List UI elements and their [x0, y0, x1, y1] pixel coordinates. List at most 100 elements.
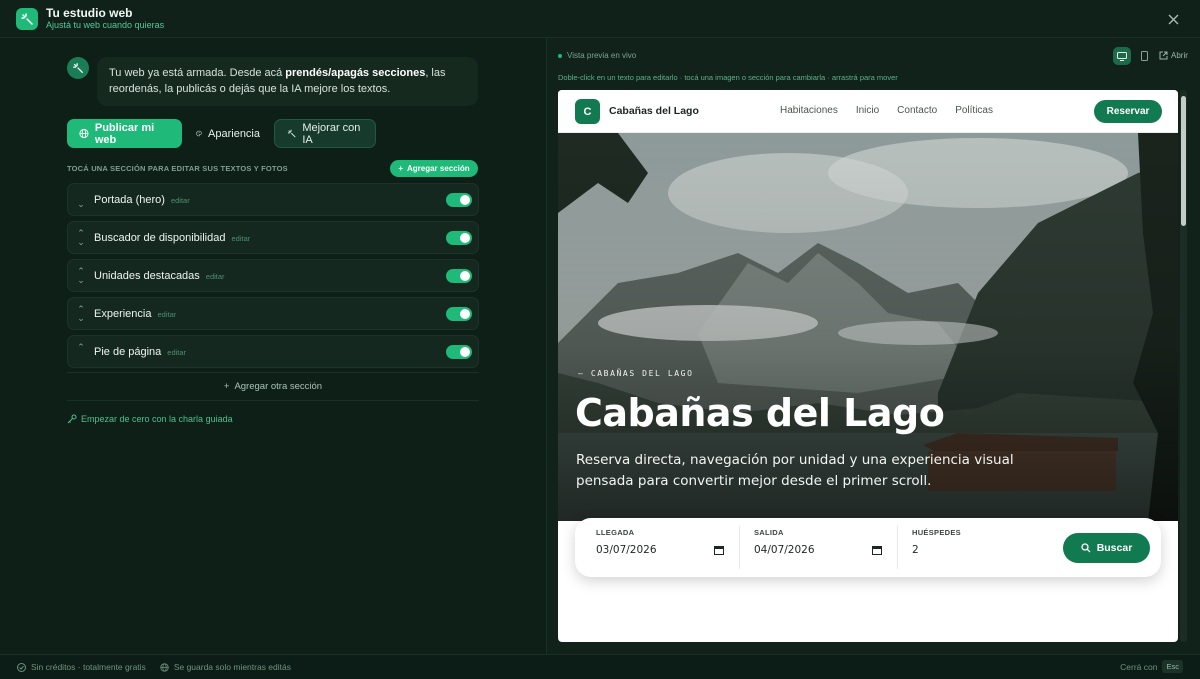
nav-link-contacto[interactable]: Contacto — [897, 105, 937, 116]
restart-link[interactable]: Empezar de cero con la charla guiada — [67, 414, 233, 424]
editor-panel: Tu web ya está armada. Desde acá prendés… — [0, 38, 546, 654]
preview-scrollbar[interactable] — [1180, 90, 1187, 642]
nav-link-inicio[interactable]: Inicio — [856, 105, 879, 116]
check-circle-icon — [17, 662, 26, 672]
nav-link-habitaciones[interactable]: Habitaciones — [780, 105, 838, 116]
site-name[interactable]: Cabañas del Lago — [609, 105, 699, 117]
checkin-value[interactable]: 03/07/2026 — [596, 544, 657, 556]
checkout-field[interactable]: SALIDA 04/07/2026 — [754, 528, 882, 556]
hero-section[interactable]: — CABAÑAS DEL LAGO Cabañas del Lago Rese… — [558, 133, 1178, 521]
add-section-button[interactable]: + Agregar sección — [390, 160, 478, 177]
app-logo-icon — [16, 7, 38, 30]
checkout-label: SALIDA — [754, 528, 784, 537]
open-link[interactable]: Abrir — [1159, 51, 1188, 60]
section-toggle[interactable] — [446, 269, 472, 283]
globe-icon — [79, 128, 89, 139]
add-other-section-button[interactable]: + Agregar otra sección — [67, 372, 479, 401]
site-nav-links: Habitaciones Inicio Contacto Políticas — [780, 105, 993, 116]
section-row-experiencia[interactable]: ⌃ ⌄ Experiencia editar — [67, 297, 479, 330]
app-header: Tu estudio web Ajustá tu web cuando quie… — [0, 0, 1200, 38]
add-other-label: Agregar otra sección — [234, 381, 323, 392]
section-toggle[interactable] — [446, 193, 472, 207]
field-divider — [739, 526, 740, 569]
close-hint: Cerrá con Esc — [1120, 660, 1183, 673]
reorder-arrows: ⌃ ⌄ — [68, 266, 94, 285]
checkin-label: LLEGADA — [596, 528, 635, 537]
nav-link-politicas[interactable]: Políticas — [955, 105, 993, 116]
hero-eyebrow[interactable]: — CABAÑAS DEL LAGO — [578, 369, 694, 378]
calendar-icon[interactable] — [714, 545, 724, 555]
mobile-icon[interactable] — [1135, 47, 1153, 65]
field-divider — [897, 526, 898, 569]
autosave-text: Se guarda solo mientras editás — [173, 662, 291, 672]
sections-list: ⌄ Portada (hero) editar ⌃ ⌄ Buscador de … — [67, 183, 479, 373]
move-down-icon[interactable]: ⌄ — [77, 313, 85, 323]
site-navbar: C Cabañas del Lago Habitaciones Inicio C… — [558, 90, 1178, 133]
live-preview-label: Vista previa en vivo — [558, 51, 636, 60]
move-down-icon[interactable]: ⌄ — [77, 199, 85, 209]
section-toggle[interactable] — [446, 231, 472, 245]
reorder-arrows: ⌄ — [68, 191, 94, 209]
close-icon[interactable] — [1164, 10, 1182, 28]
site-logo[interactable]: C — [575, 99, 600, 124]
site-preview: C Cabañas del Lago Habitaciones Inicio C… — [558, 90, 1178, 642]
assistant-message: Tu web ya está armada. Desde acá prendés… — [67, 57, 478, 106]
live-dot-icon — [558, 53, 562, 58]
move-up-icon[interactable]: ⌃ — [77, 342, 85, 352]
section-row-portada[interactable]: ⌄ Portada (hero) editar — [67, 183, 479, 216]
hero-description[interactable]: Reserva directa, navegación por unidad y… — [576, 450, 1016, 492]
plus-icon: + — [398, 164, 403, 173]
section-name: Experiencia — [94, 307, 152, 320]
section-edit-link[interactable]: editar — [157, 310, 176, 319]
calendar-icon[interactable] — [872, 545, 882, 555]
globe-icon — [160, 662, 169, 672]
move-down-icon[interactable]: ⌄ — [77, 237, 85, 247]
assistant-text-1: Tu web ya está armada. Desde acá — [109, 67, 286, 79]
section-name: Buscador de disponibilidad — [94, 231, 226, 244]
checkout-value[interactable]: 04/07/2026 — [754, 544, 815, 556]
section-edit-link[interactable]: editar — [171, 196, 190, 205]
section-toggle[interactable] — [446, 307, 472, 321]
section-edit-link[interactable]: editar — [206, 272, 225, 281]
restart-label: Empezar de cero con la charla guiada — [81, 414, 233, 424]
palette-icon — [196, 130, 202, 137]
action-bar: Publicar mi web Apariencia Mejorar con I… — [67, 119, 376, 148]
section-row-buscador[interactable]: ⌃ ⌄ Buscador de disponibilidad editar — [67, 221, 479, 254]
section-toggle[interactable] — [446, 345, 472, 359]
device-switcher — [1113, 47, 1153, 65]
wand-icon — [67, 57, 89, 79]
app-title: Tu estudio web — [46, 5, 133, 20]
hero-title[interactable]: Cabañas del Lago — [575, 391, 945, 435]
autosave-status: Se guarda solo mientras editás — [160, 662, 291, 672]
search-button[interactable]: Buscar — [1063, 533, 1150, 563]
app-subtitle: Ajustá tu web cuando quieras — [46, 19, 165, 30]
section-edit-link[interactable]: editar — [167, 348, 186, 357]
publish-label: Publicar mi web — [94, 121, 155, 146]
improve-ai-button[interactable]: Mejorar con IA — [274, 119, 376, 148]
section-row-unidades[interactable]: ⌃ ⌄ Unidades destacadas editar — [67, 259, 479, 292]
guests-value[interactable]: 2 — [912, 544, 919, 556]
preview-hint: Doble-click en un texto para editarlo · … — [558, 73, 898, 82]
open-label: Abrir — [1171, 51, 1188, 60]
section-edit-link[interactable]: editar — [231, 234, 250, 243]
publish-button[interactable]: Publicar mi web — [67, 119, 182, 148]
assistant-bubble: Tu web ya está armada. Desde acá prendés… — [97, 57, 478, 106]
live-preview-text: Vista previa en vivo — [567, 51, 637, 60]
hero-eyebrow-text: CABAÑAS DEL LAGO — [590, 369, 694, 378]
move-down-icon[interactable]: ⌄ — [77, 275, 85, 285]
sections-heading: TOCÁ UNA SECCIÓN PARA EDITAR SUS TEXTOS … — [67, 164, 288, 173]
appearance-button[interactable]: Apariencia — [188, 119, 268, 148]
guests-field[interactable]: HUÉSPEDES 2 — [912, 528, 961, 556]
external-link-icon — [1159, 51, 1168, 60]
reserve-button[interactable]: Reservar — [1094, 100, 1162, 123]
preview-panel: Vista previa en vivo Doble-click en un t… — [546, 38, 1200, 654]
wand-icon — [287, 129, 296, 138]
scrollbar-thumb[interactable] — [1181, 96, 1186, 226]
section-row-pie[interactable]: ⌃ Pie de página editar — [67, 335, 479, 368]
availability-search: LLEGADA 03/07/2026 SALIDA 04/07/2026 HUÉ… — [575, 518, 1161, 577]
checkin-field[interactable]: LLEGADA 03/07/2026 — [596, 528, 724, 556]
reorder-arrows: ⌃ ⌄ — [68, 304, 94, 323]
improve-ai-label: Mejorar con IA — [302, 121, 361, 146]
desktop-icon[interactable] — [1113, 47, 1131, 65]
search-icon — [1081, 543, 1091, 553]
